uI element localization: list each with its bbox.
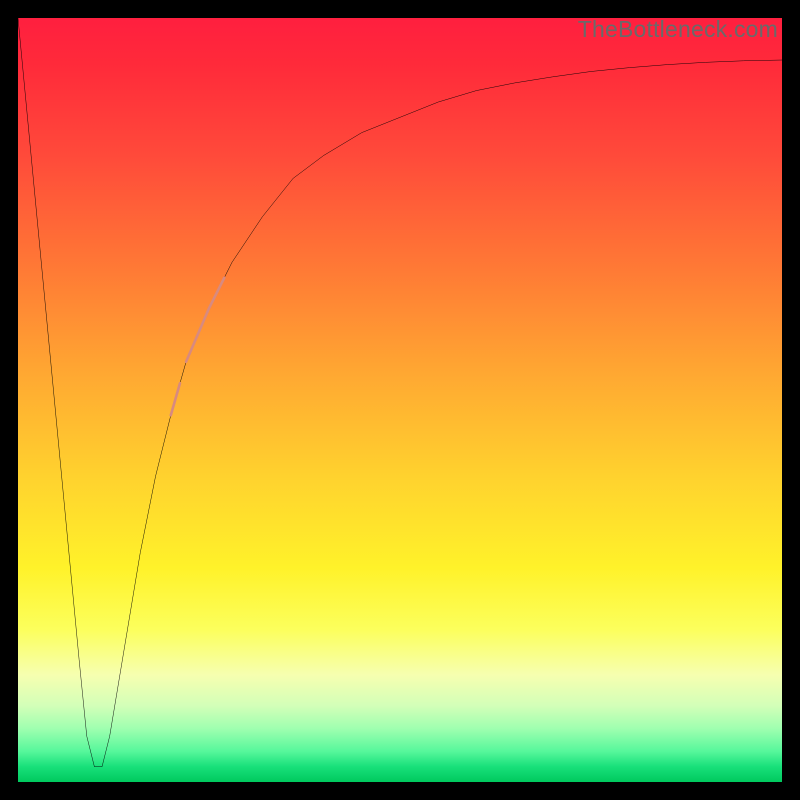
highlight-upper [186,278,224,362]
highlight-lower [171,383,180,415]
bottleneck-curve [18,18,782,782]
curve-path [18,18,782,767]
watermark-text: TheBottleneck.com [578,16,778,43]
chart-frame: TheBottleneck.com [0,0,800,800]
plot-area: TheBottleneck.com [18,18,782,782]
